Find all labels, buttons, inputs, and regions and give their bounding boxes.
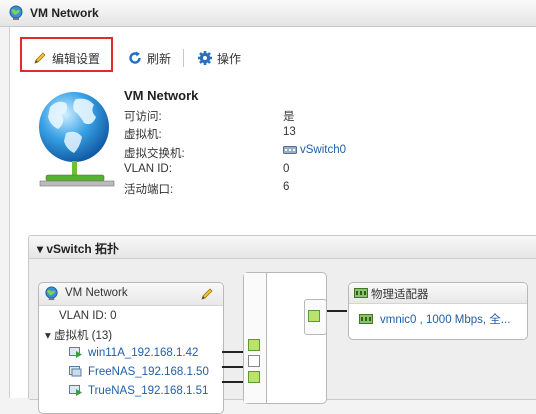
vm-name[interactable]: win11A_192.168.1.42 <box>88 347 198 359</box>
switch-icon <box>283 146 297 154</box>
active-ports-value: 6 <box>283 181 290 193</box>
vm-powered-on-icon <box>69 347 82 358</box>
refresh-button[interactable]: 刷新 <box>127 50 171 66</box>
vm-count-label: 虚拟机: <box>124 129 162 141</box>
portgroup-edit-pencil-icon[interactable] <box>199 286 215 302</box>
topology-header[interactable]: ▾ vSwitch 拓扑 <box>29 236 536 259</box>
active-ports-label: 活动端口: <box>124 184 174 196</box>
vm-name[interactable]: FreeNAS_192.168.1.50 <box>88 366 209 378</box>
adapters-title: 物理适配器 <box>371 289 429 301</box>
vm-list-item[interactable]: TrueNAS_192.168.1.51 <box>69 384 208 397</box>
vswitch-topology-panel: ▾ vSwitch 拓扑 VM Network VLAN ID: 0 ▾ 虚拟机… <box>28 235 536 414</box>
nic-icon <box>354 288 368 298</box>
edit-settings-label: 编辑设置 <box>52 51 101 66</box>
vm-powered-off-icon <box>69 366 82 377</box>
main-panel: 编辑设置 刷新 操作 VM Network 可访问: 是 虚拟机: 13 虚拟交… <box>9 27 536 414</box>
toolbar: 编辑设置 刷新 操作 <box>10 27 536 87</box>
portgroup-vlan: VLAN ID: 0 <box>59 310 117 322</box>
vm-group-label: 虚拟机 (13) <box>53 330 113 342</box>
vm-port[interactable] <box>248 339 260 351</box>
vlan-id-label: VLAN ID: <box>124 163 172 175</box>
gear-icon <box>198 51 212 65</box>
accessible-value: 是 <box>283 111 295 123</box>
actions-button[interactable]: 操作 <box>197 50 241 66</box>
portgroup-globe-icon <box>45 286 58 301</box>
vlan-id-value: 0 <box>283 163 290 175</box>
vswitch-link[interactable]: vSwitch0 <box>283 144 346 156</box>
vm-list-item[interactable]: FreeNAS_192.168.1.50 <box>69 365 209 378</box>
network-globe-image <box>39 92 115 187</box>
window-title: VM Network <box>30 6 99 20</box>
vm-port[interactable] <box>248 355 260 367</box>
window-titlebar: VM Network <box>0 0 536 27</box>
refresh-label: 刷新 <box>147 51 172 66</box>
switch-port-column <box>244 273 267 403</box>
vm-list-item[interactable]: win11A_192.168.1.42 <box>69 346 198 359</box>
vm-powered-on-icon <box>69 385 82 396</box>
physical-adapters-box: 物理适配器 vmnic0 , 1000 Mbps, 全... <box>348 282 528 340</box>
vswitch-link-text[interactable]: vSwitch0 <box>300 144 346 156</box>
network-name-heading: VM Network <box>124 88 199 103</box>
expand-arrow-icon: ▾ <box>45 330 51 342</box>
actions-label: 操作 <box>217 51 242 66</box>
nic-icon <box>359 314 373 324</box>
pencil-icon <box>34 52 46 64</box>
collapse-arrow-icon: ▾ <box>37 242 44 256</box>
portgroup-box: VM Network VLAN ID: 0 ▾ 虚拟机 (13) win11A_… <box>38 282 224 414</box>
adapters-header: 物理适配器 <box>349 283 527 304</box>
portgroup-name: VM Network <box>65 287 128 299</box>
topology-body: VM Network VLAN ID: 0 ▾ 虚拟机 (13) win11A_… <box>29 259 536 414</box>
vm-name[interactable]: TrueNAS_192.168.1.51 <box>88 385 208 397</box>
topology-title: vSwitch 拓扑 <box>46 242 120 256</box>
vswitch-label: 虚拟交换机: <box>124 148 185 160</box>
toolbar-separator <box>183 49 184 67</box>
refresh-icon <box>129 51 141 64</box>
edit-settings-button[interactable]: 编辑设置 <box>32 50 100 66</box>
vm-port[interactable] <box>248 371 260 383</box>
network-globe-icon <box>9 5 23 20</box>
portgroup-header: VM Network <box>39 283 223 306</box>
nic-row[interactable]: vmnic0 , 1000 Mbps, 全... <box>359 311 510 327</box>
vm-count-value: 13 <box>283 126 296 138</box>
vm-group-toggle[interactable]: ▾ 虚拟机 (13) <box>45 327 112 343</box>
vswitch-box <box>243 272 327 404</box>
uplink-port[interactable] <box>308 310 320 322</box>
nic-name[interactable]: vmnic0 , 1000 Mbps, 全... <box>380 311 510 327</box>
accessible-label: 可访问: <box>124 111 162 123</box>
